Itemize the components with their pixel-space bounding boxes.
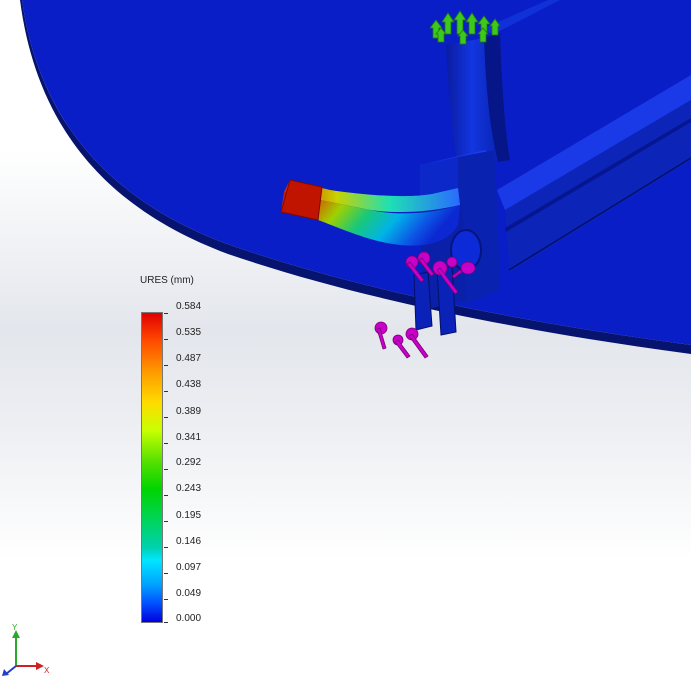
results-legend[interactable]: URES (mm) 0.584 0.535 0.487 0.438 0.389 … bbox=[140, 275, 240, 635]
graphics-viewport[interactable]: URES (mm) 0.584 0.535 0.487 0.438 0.389 … bbox=[0, 0, 691, 693]
legend-value: 0.049 bbox=[176, 588, 202, 599]
legend-value: 0.487 bbox=[176, 353, 202, 364]
legend-title: URES (mm) bbox=[140, 275, 194, 286]
legend-value: 0.146 bbox=[176, 536, 202, 547]
legend-value: 0.438 bbox=[176, 379, 202, 390]
legend-tick bbox=[164, 443, 168, 444]
legend-tick bbox=[164, 622, 168, 623]
legend-value: 0.195 bbox=[176, 510, 202, 521]
legend-tick bbox=[164, 469, 168, 470]
model-view[interactable] bbox=[0, 0, 691, 693]
legend-tick bbox=[164, 313, 168, 314]
legend-tick bbox=[164, 521, 168, 522]
legend-color-bar bbox=[141, 312, 163, 623]
legend-tick bbox=[164, 365, 168, 366]
legend-value: 0.000 bbox=[176, 613, 202, 624]
legend-tick bbox=[164, 599, 168, 600]
legend-value: 0.389 bbox=[176, 406, 202, 417]
triad-y-label: Y bbox=[12, 623, 18, 632]
triad-z-axis bbox=[5, 665, 17, 675]
legend-value: 0.584 bbox=[176, 301, 202, 312]
legend-value: 0.535 bbox=[176, 327, 202, 338]
legend-value: 0.243 bbox=[176, 483, 202, 494]
legend-value: 0.097 bbox=[176, 562, 202, 573]
legend-tick bbox=[164, 417, 168, 418]
legend-tick bbox=[164, 391, 168, 392]
legend-value: 0.341 bbox=[176, 432, 202, 443]
legend-tick bbox=[164, 495, 168, 496]
legend-value: 0.292 bbox=[176, 457, 202, 468]
legend-tick bbox=[164, 339, 168, 340]
legend-tick bbox=[164, 573, 168, 574]
triad-x-label: X bbox=[44, 666, 50, 675]
reference-triad[interactable]: Y X bbox=[2, 622, 52, 677]
legend-tick bbox=[164, 547, 168, 548]
triad-x-arrow-icon bbox=[36, 662, 44, 670]
